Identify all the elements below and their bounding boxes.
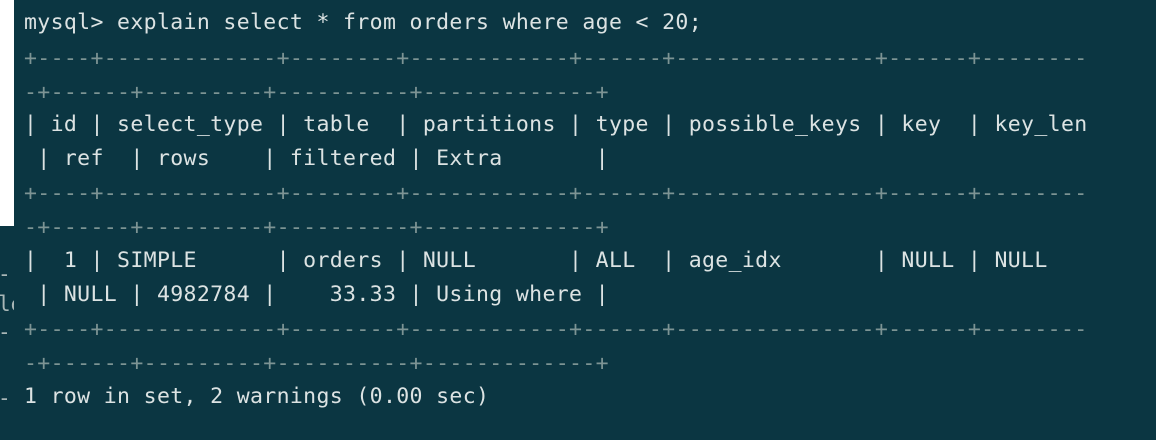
prompt-line: mysql> explain select * from orders wher… (24, 10, 702, 35)
table-border-line: +----+-------------+--------+-----------… (24, 181, 1088, 206)
background-window-light-area (0, 0, 14, 226)
table-header-row: | id | select_type | table | partitions … (24, 112, 1088, 137)
table-border-line: -+------+---------+----------+----------… (24, 351, 609, 376)
table-border-line: +----+-------------+--------+-----------… (24, 317, 1088, 342)
mysql-terminal[interactable]: mysql> explain select * from orders wher… (14, 0, 1156, 440)
table-border-line: +----+-------------+--------+-----------… (24, 46, 1088, 71)
table-data-row: | 1 | SIMPLE | orders | NULL | ALL | age… (24, 248, 1048, 273)
table-header-row-wrap: | ref | rows | filtered | Extra | (24, 146, 609, 171)
result-summary-line: 1 row in set, 2 warnings (0.00 sec) (24, 384, 490, 409)
table-border-line: -+------+---------+----------+----------… (24, 215, 609, 240)
background-window: -- le -- -- (0, 0, 23, 440)
screen: -- le -- -- mysql> explain select * from… (0, 0, 1156, 440)
table-border-line: -+------+---------+----------+----------… (24, 80, 609, 105)
table-data-row-wrap: | NULL | 4982784 | 33.33 | Using where | (24, 282, 609, 307)
